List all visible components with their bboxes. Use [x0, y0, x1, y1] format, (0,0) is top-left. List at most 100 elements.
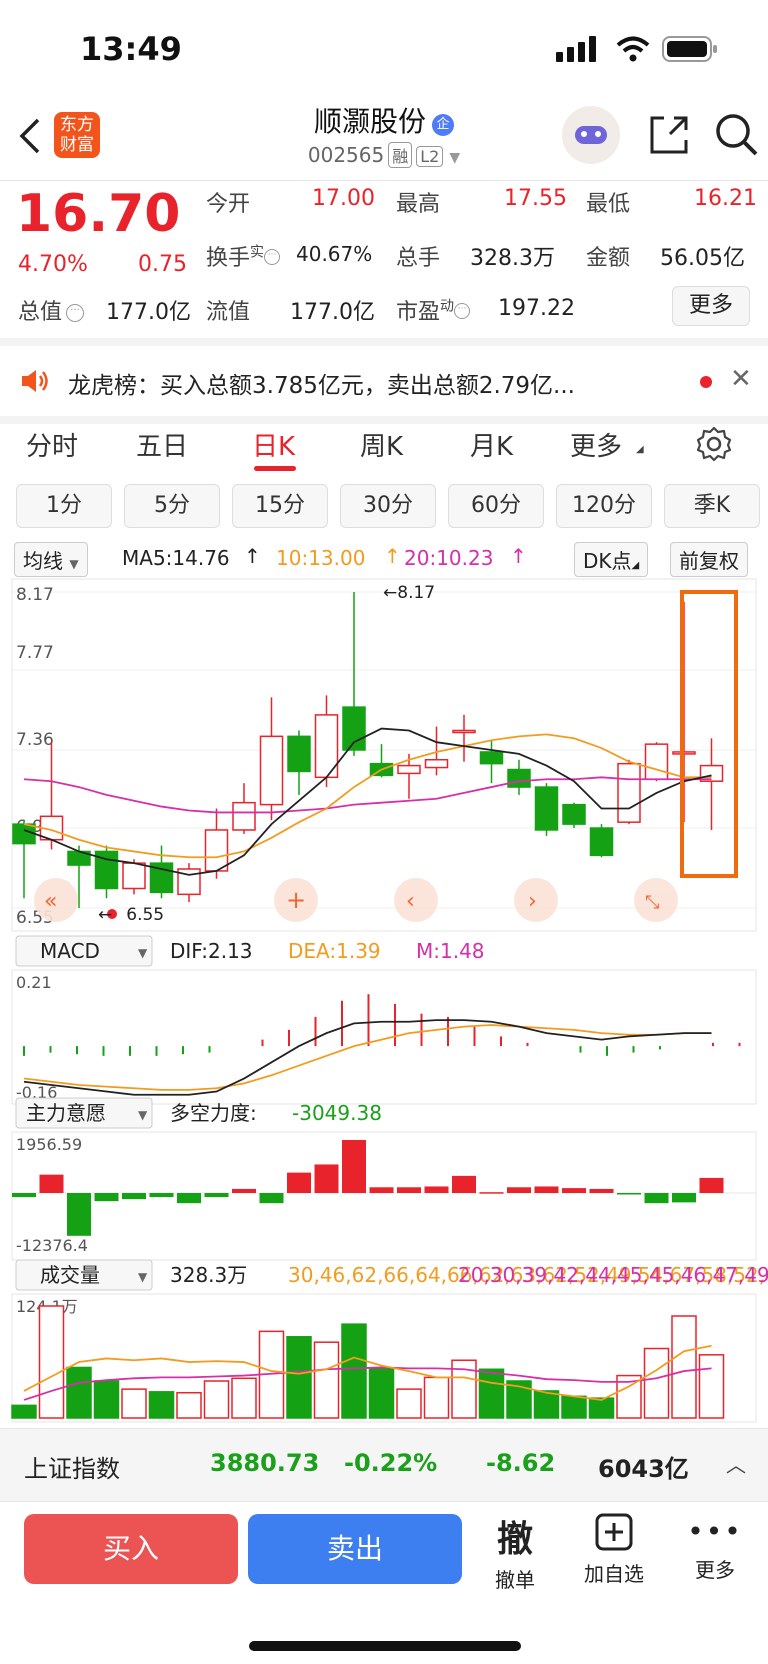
dea-readout: DEA:1.39: [288, 939, 381, 963]
period-60min[interactable]: 60分: [448, 484, 544, 528]
volume-selector-label: 成交量: [40, 1263, 100, 1287]
buy-button[interactable]: 买入: [24, 1514, 238, 1584]
speaker-icon: [22, 370, 48, 392]
period-15min[interactable]: 15分: [232, 484, 328, 528]
period-30min[interactable]: 30分: [340, 484, 436, 528]
info-icon[interactable]: ···: [264, 249, 281, 265]
info-icon[interactable]: ···: [66, 304, 85, 322]
candle-up: [617, 762, 641, 823]
more-actions-button[interactable]: ••• 更多: [680, 1512, 750, 1583]
close-icon[interactable]: ✕: [730, 364, 752, 394]
assistant-avatar[interactable]: [562, 106, 620, 164]
mainforce-bar-down: [204, 1193, 229, 1198]
volume-bar-up: [698, 1354, 725, 1419]
mainforce-bar-down: [644, 1193, 669, 1204]
index-ticker-bar[interactable]: 上证指数 3880.73 -0.22% -8.62 6043亿 ︿: [0, 1428, 768, 1502]
tab-monthly-k[interactable]: 月K: [470, 426, 513, 463]
info-icon[interactable]: ···: [454, 303, 471, 319]
period-1min[interactable]: 1分: [16, 484, 112, 528]
dk-point-button[interactable]: DK点◢: [574, 542, 649, 577]
mainforce-bar-up: [479, 1192, 504, 1194]
add-square-icon: [595, 1513, 633, 1551]
candle-up: [259, 735, 284, 806]
volume-bar-down: [286, 1336, 312, 1419]
kline-chart-area[interactable]: 8.17 7.77 7.36 6.96 6.55 ←8.17 ←6.55 « +…: [0, 578, 768, 1423]
candle-down: [12, 823, 36, 845]
l2-badge: L2: [416, 146, 444, 167]
more-actions-label: 更多: [695, 1558, 735, 1582]
sell-button[interactable]: 卖出: [248, 1514, 462, 1584]
volume-bar-down: [533, 1390, 560, 1419]
volume-bar-up: [643, 1347, 670, 1419]
index-value: 3880.73: [210, 1449, 320, 1477]
chevron-up-icon[interactable]: ︿: [726, 1449, 746, 1478]
period-quarter-k[interactable]: 季K: [664, 484, 760, 528]
signal-icon: [556, 36, 596, 62]
mainforce-label: 多空力度:: [170, 1101, 257, 1125]
candle-up: [122, 862, 146, 890]
tab-minute[interactable]: 分时: [26, 426, 78, 463]
open-label: 今开: [206, 192, 251, 217]
stock-name: 顺灏股份: [313, 105, 426, 138]
tab-daily-k[interactable]: 日K: [252, 426, 295, 463]
volume-bar-down: [66, 1366, 92, 1419]
float-label: 流值: [206, 300, 251, 325]
cancel-order-label: 撤单: [495, 1568, 535, 1592]
y-tick-7.77: 7.77: [16, 643, 54, 663]
svg-text:+: +: [286, 886, 306, 914]
low-value: 16.21: [694, 186, 757, 211]
quote-panel: 16.70 4.70% 0.75 总值 ··· 177.0亿 今开 17.00 最…: [0, 180, 768, 330]
candle-up: [452, 729, 476, 734]
period-120min[interactable]: 120分: [556, 484, 652, 528]
scroll-left-button[interactable]: [394, 878, 438, 922]
mainforce-bar-up: [232, 1188, 256, 1193]
mainforce-bar-up: [424, 1186, 449, 1193]
volume-readout: 328.3万: [170, 1263, 247, 1287]
float-value: 177.0亿: [290, 300, 375, 325]
notice-bar[interactable]: 龙虎榜：买入总额3.785亿元，卖出总额2.79亿... ✕: [0, 338, 768, 424]
index-amount: 6043亿: [598, 1455, 689, 1483]
volume-label: 总手: [396, 246, 441, 271]
min-price-label: ← 6.55: [98, 905, 164, 925]
candle-down: [534, 786, 559, 831]
chart-tabs: 分时 五日 日K 周K 月K 更多 ◢: [0, 418, 768, 478]
cancel-order-button[interactable]: 撤 撤单: [480, 1510, 550, 1593]
candle-down: [562, 803, 586, 825]
ma-selector-label: 均线: [23, 549, 63, 573]
search-icon[interactable]: [714, 112, 758, 156]
share-icon[interactable]: [648, 114, 690, 156]
ma-selector[interactable]: 均线 ▼: [14, 542, 88, 577]
svg-text:⤡: ⤡: [645, 892, 659, 913]
status-bar: 13:49: [0, 0, 768, 100]
volume-bar-down: [148, 1391, 175, 1419]
mainforce-bar-down: [259, 1193, 284, 1204]
high-label: 最高: [396, 192, 441, 217]
tab-5day[interactable]: 五日: [136, 426, 188, 463]
period-5min[interactable]: 5分: [124, 484, 220, 528]
add-watchlist-button[interactable]: 加自选: [574, 1512, 654, 1587]
caret-down-icon: ▼: [138, 946, 148, 960]
mainforce-bar-up: [534, 1186, 559, 1193]
mainforce-bar-down: [617, 1193, 641, 1195]
volume-bar-up: [121, 1388, 147, 1419]
tab-more[interactable]: 更多: [570, 426, 622, 463]
settings-gear-icon[interactable]: [696, 426, 732, 462]
more-quote-button[interactable]: 更多: [672, 286, 750, 326]
caret-down-icon[interactable]: ▼: [449, 150, 460, 166]
enterprise-icon: 企: [432, 114, 454, 136]
mainforce-bar-up: [39, 1174, 64, 1193]
tab-weekly-k[interactable]: 周K: [360, 426, 403, 463]
pe-value: 197.22: [498, 296, 575, 321]
volume-bar-up: [176, 1391, 202, 1419]
up-arrow-icon: ↑: [244, 544, 261, 568]
mktcap-value: 177.0亿: [106, 300, 191, 325]
active-tab-indicator: [254, 466, 296, 471]
turnover-sup: 实: [250, 244, 265, 261]
ma20-line: [23, 776, 712, 814]
m-readout: M:1.48: [416, 939, 485, 963]
mktcap-label: 总值: [18, 300, 63, 325]
adjust-button[interactable]: 前复权: [670, 542, 748, 577]
candle-down: [507, 768, 531, 788]
candle-down: [589, 827, 614, 857]
index-pct: -0.22%: [344, 1449, 438, 1477]
